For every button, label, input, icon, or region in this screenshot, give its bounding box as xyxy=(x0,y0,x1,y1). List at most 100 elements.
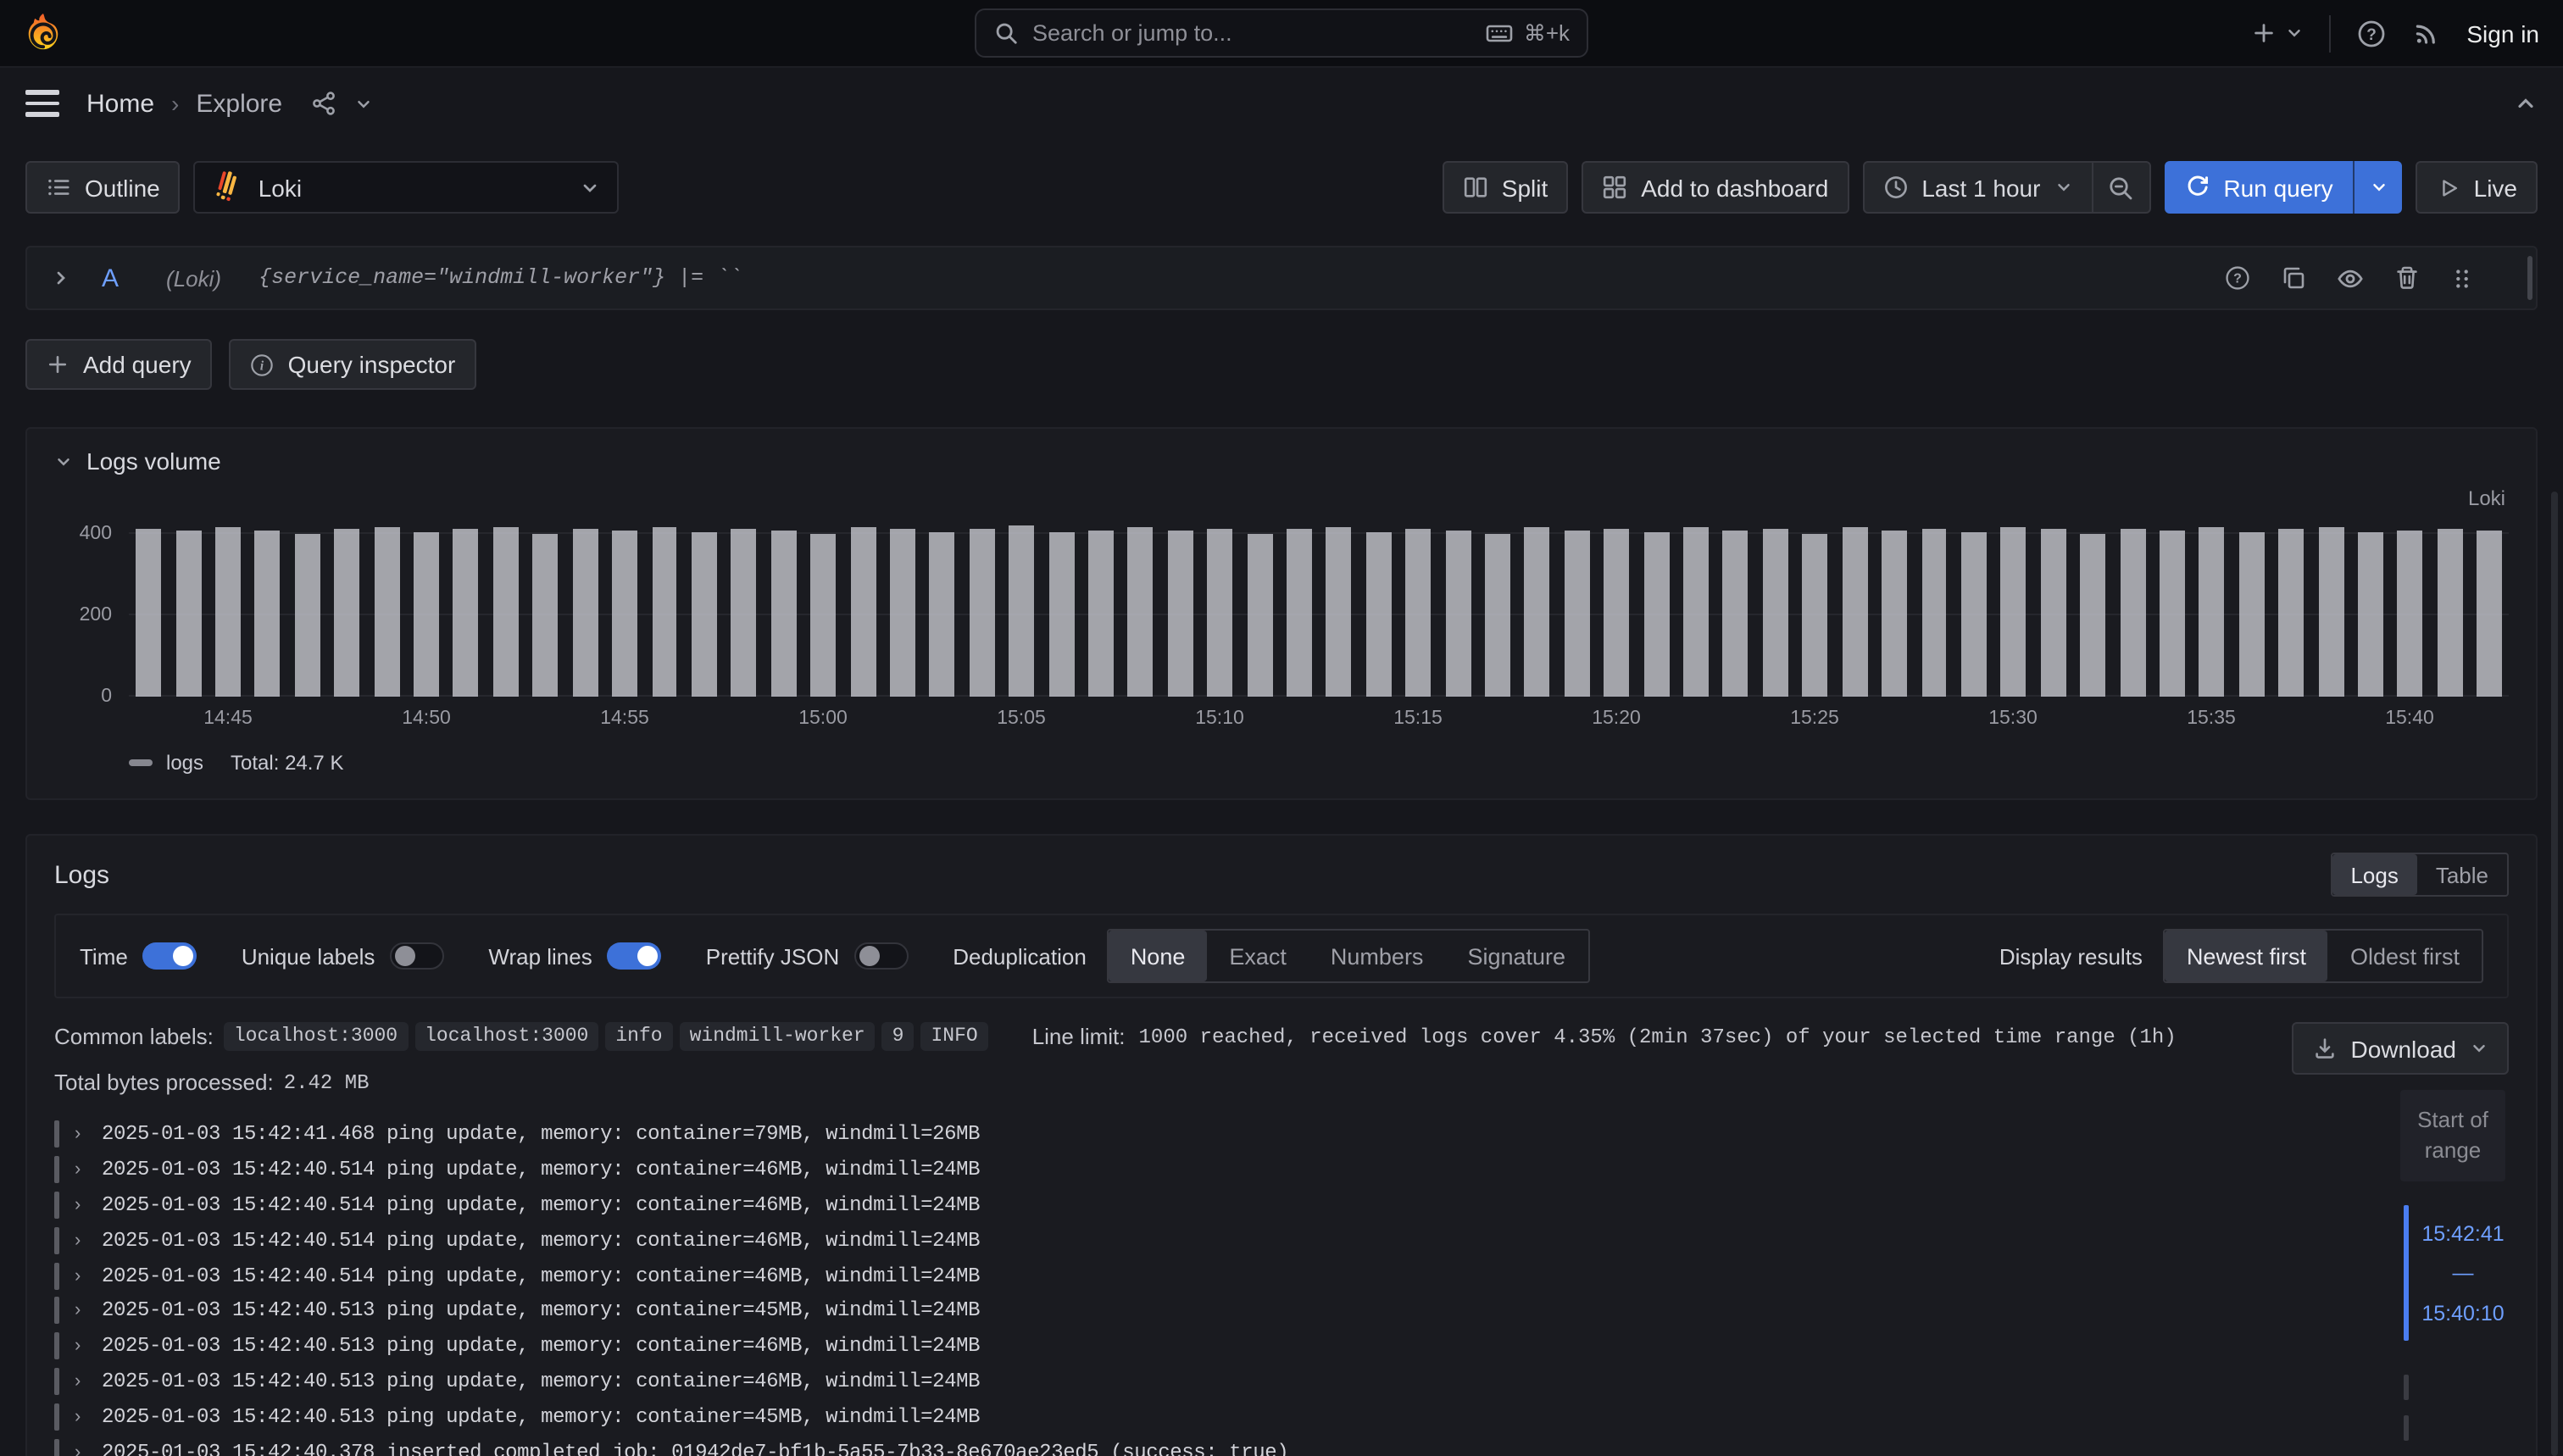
add-to-dashboard-button[interactable]: Add to dashboard xyxy=(1582,161,1849,214)
option-signature[interactable]: Signature xyxy=(1445,931,1587,981)
bars xyxy=(129,517,2509,697)
zoom-out-time-button[interactable] xyxy=(2091,163,2149,212)
log-row[interactable]: ›2025-01-03 15:42:40.514 ping update, me… xyxy=(54,1153,2509,1188)
loki-logo-icon xyxy=(213,170,243,204)
query-help-icon[interactable]: ? xyxy=(2224,264,2251,292)
run-query-options-button[interactable] xyxy=(2354,161,2403,214)
expand-log-chevron-icon[interactable]: › xyxy=(75,1301,86,1321)
chart-plot-area[interactable]: Loki 14:4514:5014:5515:0015:0515:1015:15… xyxy=(129,517,2509,697)
x-tick-label: 14:45 xyxy=(203,709,253,729)
expand-log-chevron-icon[interactable]: › xyxy=(75,1442,86,1456)
log-row[interactable]: ›2025-01-03 15:42:40.378 inserted comple… xyxy=(54,1434,2509,1456)
download-button[interactable]: Download xyxy=(2291,1022,2509,1075)
outline-button[interactable]: Outline xyxy=(25,161,181,214)
query-resize-handle[interactable] xyxy=(2527,256,2532,300)
gridline xyxy=(129,614,2509,615)
option-logs[interactable]: Logs xyxy=(2332,854,2416,895)
expand-log-chevron-icon[interactable]: › xyxy=(75,1407,86,1427)
option-numbers[interactable]: Numbers xyxy=(1309,931,1446,981)
news-rss-button[interactable] xyxy=(2412,19,2441,47)
option-table[interactable]: Table xyxy=(2417,854,2507,895)
start-of-range-button[interactable]: Start of range xyxy=(2400,1090,2505,1182)
query-ref-id[interactable]: A xyxy=(102,264,119,292)
option-exact[interactable]: Exact xyxy=(1207,931,1309,981)
log-row[interactable]: ›2025-01-03 15:42:40.514 ping update, me… xyxy=(54,1223,2509,1259)
option-oldest-first[interactable]: Oldest first xyxy=(2328,931,2482,981)
new-menu-button[interactable] xyxy=(2251,20,2304,46)
toggle-switch[interactable] xyxy=(608,942,662,970)
query-inspector-button[interactable]: i Query inspector xyxy=(229,339,476,390)
sign-in-button[interactable]: Sign in xyxy=(2466,19,2539,47)
common-label-badge: localhost:3000 xyxy=(224,1022,408,1051)
collapse-controls-icon[interactable] xyxy=(2514,92,2538,115)
expand-log-chevron-icon[interactable]: › xyxy=(75,1265,86,1286)
volume-bar-slot xyxy=(1557,517,1597,697)
visible-range-indicator: 15:42:41 — 15:40:10 xyxy=(2400,1206,2505,1342)
duplicate-query-icon[interactable] xyxy=(2280,264,2307,292)
common-label-badge: windmill-worker xyxy=(680,1022,876,1051)
volume-bar-slot xyxy=(1081,517,1121,697)
time-range-label: Last 1 hour xyxy=(1921,174,2040,201)
expand-log-chevron-icon[interactable]: › xyxy=(75,1195,86,1215)
menu-toggle-icon[interactable] xyxy=(25,87,59,119)
expand-log-chevron-icon[interactable]: › xyxy=(75,1336,86,1356)
toggle-switch[interactable] xyxy=(854,942,909,970)
volume-bar-slot xyxy=(922,517,962,697)
breadcrumb-home[interactable]: Home xyxy=(86,89,154,118)
share-icon[interactable] xyxy=(309,90,336,117)
display-results-control: Display results Newest firstOldest first xyxy=(1999,929,2483,983)
x-tick-label: 15:30 xyxy=(1988,709,2038,729)
toggle-visibility-eye-icon[interactable] xyxy=(2336,264,2365,292)
expand-log-chevron-icon[interactable]: › xyxy=(75,1125,86,1145)
volume-bar-slot xyxy=(1993,517,2033,697)
volume-bar-slot xyxy=(367,517,407,697)
datasource-picker[interactable]: Loki xyxy=(194,161,620,214)
log-row[interactable]: ›2025-01-03 15:42:40.514 ping update, me… xyxy=(54,1187,2509,1223)
delete-query-trash-icon[interactable] xyxy=(2393,264,2421,292)
deduplication-label: Deduplication xyxy=(953,943,1087,969)
breadcrumb-explore[interactable]: Explore xyxy=(196,89,282,118)
time-range-picker[interactable]: Last 1 hour xyxy=(1864,163,2091,212)
query-expression[interactable]: {service_name="windmill-worker"} |= `` xyxy=(259,266,742,290)
grafana-logo[interactable] xyxy=(24,12,63,54)
help-button[interactable]: ? xyxy=(2356,18,2387,48)
chevron-down-icon[interactable] xyxy=(353,94,372,113)
legend-series-marker[interactable] xyxy=(129,759,153,766)
volume-bar-slot xyxy=(327,517,367,697)
legend-series-name[interactable]: logs xyxy=(166,751,203,775)
volume-bar xyxy=(1009,526,1034,697)
apps-grid-icon xyxy=(1602,175,1627,200)
log-rows-list: ›2025-01-03 15:42:41.468 ping update, me… xyxy=(54,1117,2509,1456)
logs-volume-header[interactable]: Logs volume xyxy=(54,446,2509,476)
option-none[interactable]: None xyxy=(1109,931,1208,981)
split-button[interactable]: Split xyxy=(1443,161,1568,214)
search-input[interactable]: Search or jump to... ⌘+k xyxy=(975,8,1588,58)
live-button[interactable]: Live xyxy=(2416,161,2538,214)
log-row[interactable]: ›2025-01-03 15:42:40.513 ping update, me… xyxy=(54,1399,2509,1435)
expand-log-chevron-icon[interactable]: › xyxy=(75,1371,86,1392)
run-query-button[interactable]: Run query xyxy=(2164,161,2353,214)
drag-handle-grip-icon[interactable] xyxy=(2449,265,2475,291)
expand-query-icon[interactable] xyxy=(51,268,71,288)
expand-log-chevron-icon[interactable]: › xyxy=(75,1231,86,1251)
log-row[interactable]: ›2025-01-03 15:42:40.513 ping update, me… xyxy=(54,1329,2509,1364)
log-row[interactable]: ›2025-01-03 15:42:40.513 ping update, me… xyxy=(54,1293,2509,1329)
volume-bar-slot xyxy=(1160,517,1200,697)
log-row[interactable]: ›2025-01-03 15:42:40.514 ping update, me… xyxy=(54,1258,2509,1293)
toggle-switch[interactable] xyxy=(143,942,197,970)
x-tick-label: 15:20 xyxy=(1592,709,1641,729)
volume-bar-slot xyxy=(764,517,803,697)
y-tick-label: 0 xyxy=(101,686,112,707)
volume-bar-slot xyxy=(1478,517,1518,697)
log-row[interactable]: ›2025-01-03 15:42:40.513 ping update, me… xyxy=(54,1364,2509,1399)
log-row[interactable]: ›2025-01-03 15:42:41.468 ping update, me… xyxy=(54,1117,2509,1153)
toggle-switch[interactable] xyxy=(390,942,444,970)
option-newest-first[interactable]: Newest first xyxy=(2165,931,2328,981)
add-query-button[interactable]: Add query xyxy=(25,339,212,390)
volume-bar-slot xyxy=(2152,517,2192,697)
y-axis: 0200400 xyxy=(54,517,115,697)
expand-log-chevron-icon[interactable]: › xyxy=(75,1159,86,1180)
gridline xyxy=(129,531,2509,533)
page-scrollbar[interactable] xyxy=(2551,492,2558,1456)
x-tick-label: 14:55 xyxy=(600,709,649,729)
